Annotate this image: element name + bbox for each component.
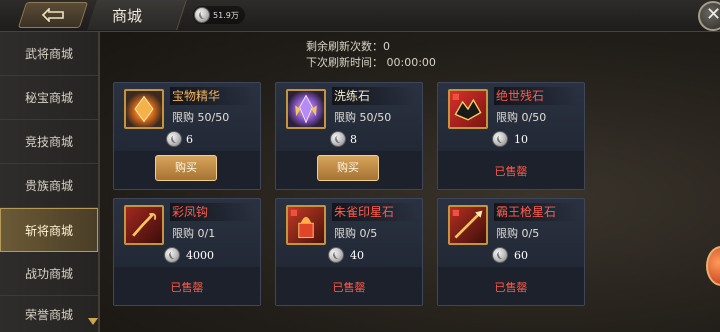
shop-item-card: 彩凤钩 限购 0/1 4000 已售罄	[113, 198, 261, 306]
silver-coin-icon	[492, 131, 508, 147]
item-price: 8	[350, 133, 357, 146]
item-name: 绝世残石	[494, 87, 578, 105]
item-name: 霸王枪星石	[494, 203, 578, 221]
buy-button[interactable]: 购买	[155, 155, 217, 181]
sidebar-item-honor-shop[interactable]: 荣誉商城	[0, 296, 98, 332]
back-button[interactable]	[17, 2, 89, 28]
sold-out-label: 已售罄	[494, 281, 528, 294]
currency-display: 51.9万	[193, 6, 245, 24]
shop-item-card: 宝物精华 限购 50/50 6 购买	[113, 82, 261, 190]
item-name: 洗练石	[332, 87, 416, 105]
item-name: 彩凤钩	[170, 203, 254, 221]
scroll-down-icon[interactable]	[88, 318, 98, 325]
treasure-essence-icon[interactable]	[124, 89, 164, 129]
purchase-limit: 限购 50/50	[334, 111, 392, 124]
phoenix-hook-icon[interactable]	[124, 205, 164, 245]
sidebar-item-noble-shop[interactable]: 贵族商城	[0, 164, 98, 208]
price-row: 6	[114, 130, 260, 148]
price-row: 40	[276, 246, 422, 264]
peerless-fragment-icon[interactable]	[448, 89, 488, 129]
page-title: 商城	[112, 7, 143, 25]
sidebar-item-general-shop[interactable]: 武将商城	[0, 32, 98, 76]
shop-item-card: 朱雀印星石 限购 0/5 40 已售罄	[275, 198, 423, 306]
purchase-limit: 限购 0/1	[172, 227, 216, 240]
shop-item-card: 霸王枪星石 限购 0/5 60 已售罄	[437, 198, 585, 306]
currency-value: 51.9万	[213, 11, 239, 20]
sold-out-label: 已售罄	[332, 281, 366, 294]
silver-coin-icon	[328, 247, 344, 263]
purchase-limit: 限购 0/5	[496, 227, 540, 240]
item-price: 60	[514, 249, 528, 262]
buy-button[interactable]: 购买	[317, 155, 379, 181]
floating-action-button[interactable]	[706, 246, 720, 286]
refresh-time: 下次刷新时间： 00:00:00	[306, 56, 436, 69]
item-name: 朱雀印星石	[332, 203, 416, 221]
sidebar: 武将商城 秘宝商城 竞技商城 贵族商城 斩将商城 战功商城 荣誉商城	[0, 32, 100, 332]
refining-stone-icon[interactable]	[286, 89, 326, 129]
silver-coin-icon	[330, 131, 346, 147]
silver-coin-icon	[194, 7, 210, 23]
item-name: 宝物精华	[170, 87, 254, 105]
item-price: 40	[350, 249, 364, 262]
shop-item-card: 绝世残石 限购 0/50 10 已售罄	[437, 82, 585, 190]
refresh-count: 剩余刷新次数：0	[306, 40, 390, 53]
sold-out-label: 已售罄	[494, 165, 528, 178]
purchase-limit: 限购 0/5	[334, 227, 378, 240]
silver-coin-icon	[166, 131, 182, 147]
price-row: 4000	[114, 246, 260, 264]
item-price: 10	[514, 133, 528, 146]
sidebar-item-arena-shop[interactable]: 竞技商城	[0, 120, 98, 164]
price-row: 10	[438, 130, 584, 148]
top-bar: 商城 51.9万 ✕	[0, 0, 720, 32]
sidebar-item-slay-shop[interactable]: 斩将商城	[0, 208, 98, 252]
sidebar-item-merit-shop[interactable]: 战功商城	[0, 252, 98, 296]
back-arrow-icon	[41, 8, 64, 22]
price-row: 8	[276, 130, 422, 148]
item-price: 6	[186, 133, 193, 146]
purchase-limit: 限购 50/50	[172, 111, 230, 124]
vermilion-seal-star-stone-icon[interactable]	[286, 205, 326, 245]
overlord-spear-star-stone-icon[interactable]	[448, 205, 488, 245]
close-button[interactable]: ✕	[698, 1, 720, 31]
purchase-limit: 限购 0/50	[496, 111, 547, 124]
sold-out-label: 已售罄	[170, 281, 204, 294]
shop-item-card: 洗练石 限购 50/50 8 购买	[275, 82, 423, 190]
item-price: 4000	[186, 249, 214, 262]
silver-coin-icon	[164, 247, 180, 263]
price-row: 60	[438, 246, 584, 264]
silver-coin-icon	[492, 247, 508, 263]
sidebar-item-treasure-shop[interactable]: 秘宝商城	[0, 76, 98, 120]
